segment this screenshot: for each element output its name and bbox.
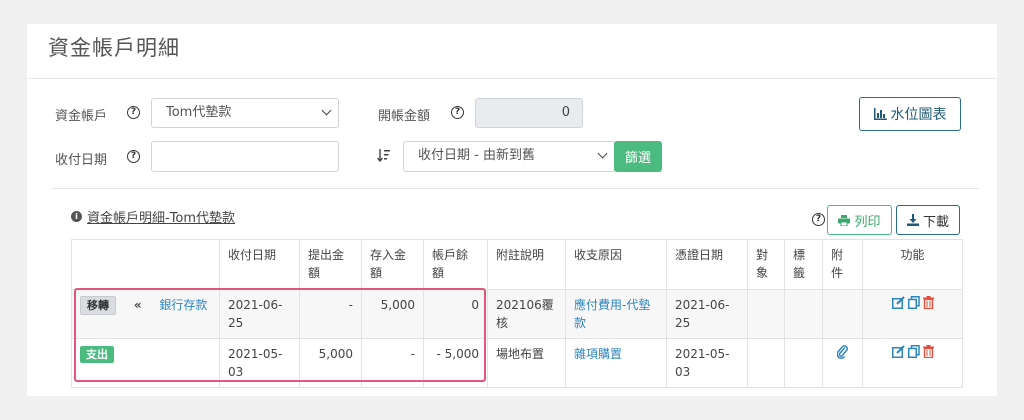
target-cell xyxy=(747,338,785,388)
account-select[interactable]: Tom代墊款 xyxy=(151,98,339,128)
paperclip-icon[interactable] xyxy=(836,345,848,359)
type-cell: 支出 xyxy=(71,338,220,388)
date-label: 收付日期 xyxy=(55,153,108,168)
copy-icon[interactable] xyxy=(907,345,920,358)
help-icon[interactable]: ? xyxy=(451,106,464,119)
main-card: 資金帳戶明細 資金帳戶 ? Tom代墊款 開帳金額 ? 0 水位圖表 收付日期 … xyxy=(27,24,997,396)
col-header-voucher-date[interactable]: 憑證日期 xyxy=(666,239,748,290)
chevron-down-icon xyxy=(597,148,608,159)
edit-icon[interactable] xyxy=(891,296,905,309)
print-button-label: 列印 xyxy=(854,214,881,230)
help-icon[interactable]: ? xyxy=(127,106,140,119)
deposit-cell: 5,000 xyxy=(361,289,424,339)
tags-cell xyxy=(784,289,823,339)
account-select-value: Tom代墊款 xyxy=(166,105,232,120)
sort-select-value: 收付日期 - 由新到舊 xyxy=(418,148,535,163)
info-icon: i xyxy=(71,211,82,222)
col-header-withdraw[interactable]: 提出金額 xyxy=(299,239,362,290)
transfer-account-link[interactable]: 銀行存款 xyxy=(159,298,207,312)
table-row: 支出 2021-05-03 5,000 - - 5,000 場地布置 雜項購置 … xyxy=(71,338,963,388)
attachment-cell xyxy=(822,289,863,339)
reason-link[interactable]: 應付費用-代墊款 xyxy=(565,289,667,339)
withdraw-cell: - xyxy=(299,289,362,339)
download-button-label: 下載 xyxy=(922,214,949,230)
opening-amount-field: 0 xyxy=(475,98,583,128)
expense-badge: 支出 xyxy=(80,346,114,363)
attachment-cell xyxy=(822,338,863,388)
opening-amount-label: 開帳金額 xyxy=(378,109,431,124)
title-divider xyxy=(27,78,997,79)
balance-cell: 0 xyxy=(423,289,488,339)
date-cell: 2021-05-03 xyxy=(219,338,300,388)
filter-button[interactable]: 篩選 xyxy=(614,141,662,172)
sort-select[interactable]: 收付日期 - 由新到舊 xyxy=(403,141,615,172)
date-cell: 2021-06-25 xyxy=(219,289,300,339)
help-icon[interactable]: ? xyxy=(127,150,140,163)
col-header-deposit[interactable]: 存入金額 xyxy=(361,239,424,290)
target-cell xyxy=(747,289,785,339)
col-header-date[interactable]: 收付日期 xyxy=(219,239,300,290)
chevron-down-icon xyxy=(321,105,332,116)
section-title-text: 資金帳戶明細-Tom代墊款 xyxy=(87,211,236,226)
note-cell: 場地布置 xyxy=(487,338,566,388)
printer-icon xyxy=(838,214,851,226)
account-detail-table: 收付日期 提出金額 存入金額 帳戶餘額 附註說明 收支原因 憑證日期 對象 標籤… xyxy=(71,239,963,388)
print-button[interactable]: 列印 xyxy=(827,205,892,235)
actions-cell xyxy=(862,289,963,339)
download-icon xyxy=(906,214,919,226)
bar-chart-icon xyxy=(873,108,887,120)
col-header-tags[interactable]: 標籤 xyxy=(784,239,823,290)
balance-cell: - 5,000 xyxy=(423,338,488,388)
voucher-date-cell: 2021-05-03 xyxy=(666,338,748,388)
col-header-balance[interactable]: 帳戶餘額 xyxy=(423,239,488,290)
col-header-actions: 功能 xyxy=(862,239,963,290)
section-title[interactable]: i 資金帳戶明細-Tom代墊款 xyxy=(71,207,235,226)
tags-cell xyxy=(784,338,823,388)
page-title: 資金帳戶明細 xyxy=(48,36,180,60)
table-row: 移轉 « 銀行存款 2021-06-25 - 5,000 0 202106覆核 … xyxy=(71,289,963,339)
col-header-type xyxy=(71,239,220,290)
table-header-row: 收付日期 提出金額 存入金額 帳戶餘額 附註說明 收支原因 憑證日期 對象 標籤… xyxy=(71,239,963,290)
withdraw-cell: 5,000 xyxy=(299,338,362,388)
reason-link[interactable]: 雜項購置 xyxy=(565,338,667,388)
water-level-chart-label: 水位圖表 xyxy=(890,107,947,123)
col-header-note[interactable]: 附註說明 xyxy=(487,239,566,290)
col-header-attachment[interactable]: 附件 xyxy=(822,239,863,290)
col-header-reason[interactable]: 收支原因 xyxy=(565,239,667,290)
trash-icon[interactable] xyxy=(922,345,934,358)
trash-icon[interactable] xyxy=(922,296,934,309)
sort-desc-icon xyxy=(377,149,390,162)
col-header-target[interactable]: 對象 xyxy=(747,239,785,290)
type-cell: 移轉 « 銀行存款 xyxy=(71,289,220,339)
filter-divider xyxy=(51,188,979,189)
deposit-cell: - xyxy=(361,338,424,388)
transfer-badge: 移轉 xyxy=(80,296,116,315)
account-label: 資金帳戶 xyxy=(55,109,108,124)
copy-icon[interactable] xyxy=(907,296,920,309)
actions-cell xyxy=(862,338,963,388)
edit-icon[interactable] xyxy=(891,345,905,358)
voucher-date-cell: 2021-06-25 xyxy=(666,289,748,339)
date-input[interactable] xyxy=(151,141,339,172)
note-cell: 202106覆核 xyxy=(487,289,566,339)
help-icon[interactable]: ? xyxy=(812,213,825,226)
download-button[interactable]: 下載 xyxy=(896,205,960,235)
water-level-chart-button[interactable]: 水位圖表 xyxy=(859,97,961,131)
double-chevron-left-icon: « xyxy=(133,298,142,312)
